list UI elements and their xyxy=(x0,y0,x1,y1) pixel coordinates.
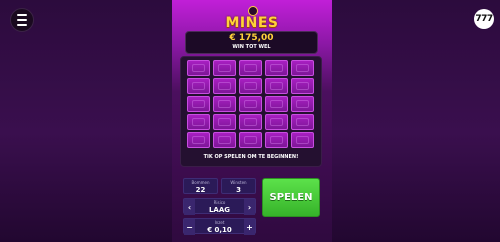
bet-increase-button[interactable]: + xyxy=(244,219,255,235)
mine-tile[interactable] xyxy=(239,96,262,112)
mine-tile[interactable] xyxy=(213,132,236,148)
mine-tile[interactable] xyxy=(291,78,314,94)
start-hint: TIK OP SPELEN OM TE BEGINNEN! xyxy=(203,154,299,160)
mine-tile[interactable] xyxy=(239,60,262,76)
risk-selector: ‹ Risico LAAG › xyxy=(183,198,256,215)
mine-tile[interactable] xyxy=(187,114,210,130)
win-display: € 175,00 WIN TOT WEL xyxy=(185,31,318,54)
mine-tile[interactable] xyxy=(187,60,210,76)
bombs-field[interactable]: Bommen 22 xyxy=(183,178,218,194)
mine-tile[interactable] xyxy=(291,96,314,112)
controls-panel: Bommen 22 Winsten 3 ‹ Risico LAAG › − In… xyxy=(183,178,256,236)
game-logo: MINES xyxy=(222,6,282,32)
mine-tile[interactable] xyxy=(239,114,262,130)
risk-increase-button[interactable]: › xyxy=(244,199,255,215)
mine-tile[interactable] xyxy=(265,96,288,112)
winnings-field[interactable]: Winsten 3 xyxy=(221,178,256,194)
menu-bar xyxy=(17,14,27,16)
win-label: WIN TOT WEL xyxy=(232,44,271,50)
bet-selector: − Inzet € 0,10 + xyxy=(183,218,256,235)
mine-tile[interactable] xyxy=(291,60,314,76)
mine-tile[interactable] xyxy=(265,78,288,94)
bombs-value: 22 xyxy=(195,186,206,194)
mine-tile[interactable] xyxy=(187,96,210,112)
mine-tile[interactable] xyxy=(213,96,236,112)
mine-tile[interactable] xyxy=(213,78,236,94)
winnings-value: 3 xyxy=(236,186,241,194)
mine-tile[interactable] xyxy=(291,114,314,130)
mine-tile[interactable] xyxy=(187,132,210,148)
mine-tile[interactable] xyxy=(213,114,236,130)
menu-bar xyxy=(17,19,27,21)
mine-tile[interactable] xyxy=(239,132,262,148)
risk-decrease-button[interactable]: ‹ xyxy=(184,199,195,215)
mine-tile[interactable] xyxy=(239,78,262,94)
mine-tile[interactable] xyxy=(265,114,288,130)
brand-badge[interactable]: 777 xyxy=(474,9,494,29)
mine-tile[interactable] xyxy=(291,132,314,148)
bet-decrease-button[interactable]: − xyxy=(184,219,195,235)
mine-tile[interactable] xyxy=(265,60,288,76)
logo-text: MINES xyxy=(225,15,279,31)
menu-bar xyxy=(17,24,27,26)
tile-grid xyxy=(187,60,315,150)
win-amount: € 175,00 xyxy=(229,33,274,43)
menu-button[interactable] xyxy=(10,8,34,32)
mines-board: TIK OP SPELEN OM TE BEGINNEN! xyxy=(180,56,322,167)
mine-tile[interactable] xyxy=(187,78,210,94)
mine-tile[interactable] xyxy=(265,132,288,148)
mine-tile[interactable] xyxy=(213,60,236,76)
play-button[interactable]: SPELEN xyxy=(262,178,320,217)
